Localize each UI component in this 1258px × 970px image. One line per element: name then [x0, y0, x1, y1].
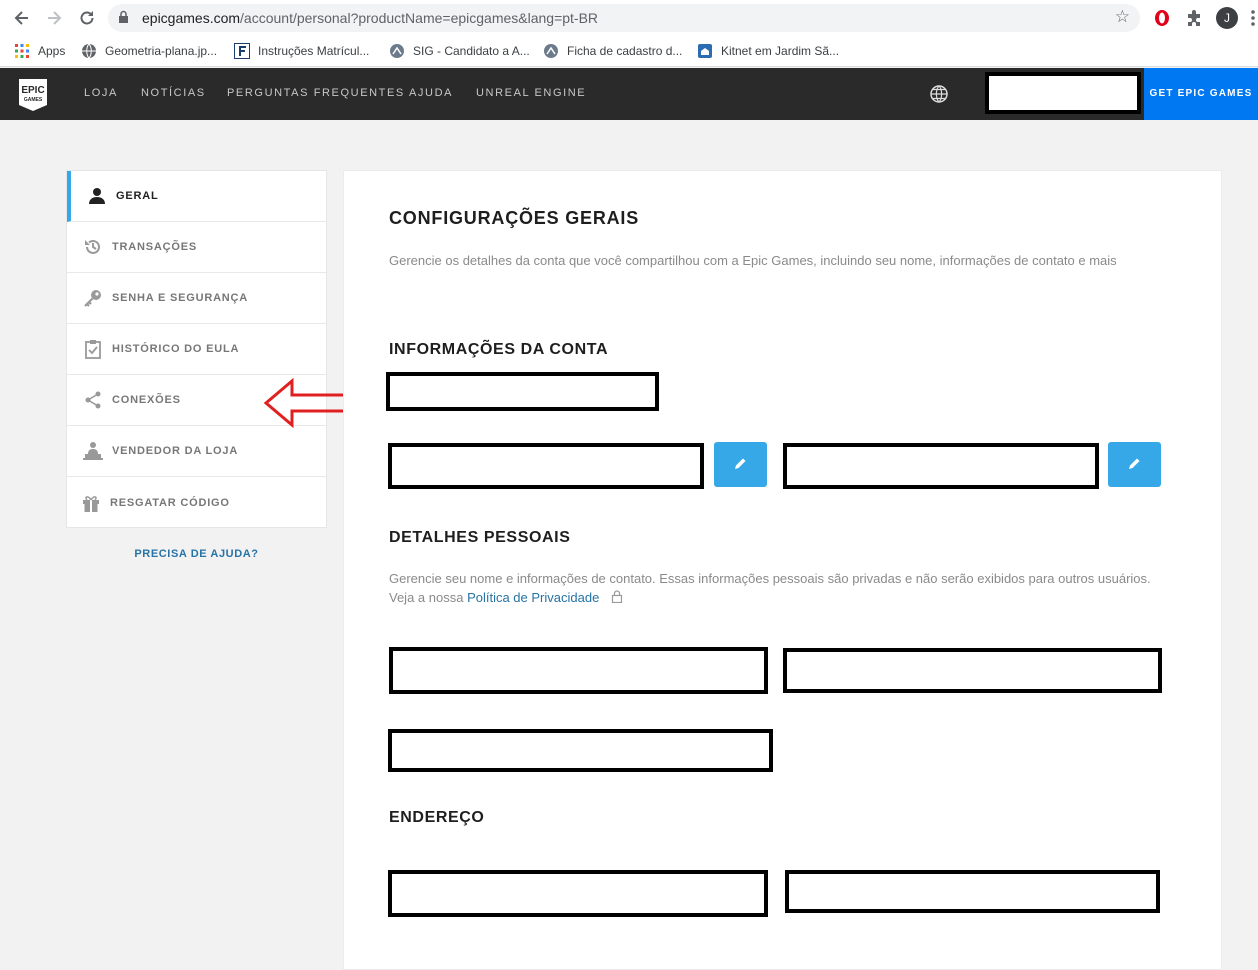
- get-epic-games-button[interactable]: GET EPIC GAMES: [1144, 68, 1258, 120]
- annotation-arrow-icon: [263, 378, 350, 428]
- pencil-icon: [1129, 458, 1140, 469]
- redacted-field-phone[interactable]: [388, 729, 773, 772]
- gift-icon: [83, 495, 99, 512]
- sidebar-item-label: HISTÓRICO DO EULA: [112, 343, 240, 355]
- account-sidebar: GERAL TRANSAÇÕES SENHA E SEGURANÇA HISTÓ…: [66, 170, 327, 528]
- nav-noticias[interactable]: NOTÍCIAS: [141, 87, 206, 99]
- personal-details-heading: DETALHES PESSOAIS: [389, 529, 571, 546]
- sidebar-item-label: CONEXÕES: [112, 394, 181, 406]
- address-heading: ENDEREÇO: [389, 809, 485, 826]
- sidebar-item-geral[interactable]: GERAL: [67, 171, 326, 222]
- globe-favicon-icon: [82, 43, 96, 59]
- redacted-field-display-name[interactable]: [388, 443, 704, 489]
- sidebar-item-eula[interactable]: HISTÓRICO DO EULA: [67, 324, 326, 375]
- lock-icon: [119, 10, 128, 23]
- redacted-field-last-name[interactable]: [783, 648, 1162, 693]
- need-help-link[interactable]: PRECISA DE AJUDA?: [66, 548, 327, 560]
- redacted-username[interactable]: [985, 72, 1141, 114]
- edit-email-button[interactable]: [1108, 442, 1161, 487]
- person-icon: [89, 188, 105, 204]
- nav-perguntas[interactable]: PERGUNTAS FREQUENTES: [227, 87, 405, 99]
- page-subtitle: Gerencie os detalhes da conta que você c…: [389, 253, 1117, 268]
- vendor-icon: [83, 442, 103, 460]
- url-text: epicgames.com/account/personal?productNa…: [142, 10, 599, 26]
- personal-details-desc: Gerencie seu nome e informações de conta…: [389, 571, 1151, 605]
- sidebar-item-label: GERAL: [116, 190, 159, 202]
- redacted-field-first-name[interactable]: [389, 647, 768, 694]
- lock-icon: [611, 590, 623, 604]
- bookmark-ficha[interactable]: Ficha de cadastro d...: [543, 41, 682, 61]
- epic-top-nav: EPIC GAMES LOJA NOTÍCIAS PERGUNTAS FREQU…: [0, 68, 1258, 120]
- extensions-puzzle-icon[interactable]: [1184, 8, 1204, 28]
- bookmark-star-icon[interactable]: ☆: [1115, 7, 1130, 27]
- share-icon: [85, 391, 101, 409]
- bookmarks-bar: Apps Geometria-plana.jp... Instruções Ma…: [0, 36, 1258, 67]
- bookmark-sig[interactable]: SIG - Candidato a A...: [389, 41, 530, 61]
- page-title: CONFIGURAÇÕES GERAIS: [389, 208, 640, 228]
- svg-text:EPIC: EPIC: [21, 85, 44, 96]
- sidebar-item-senha[interactable]: SENHA E SEGURANÇA: [67, 273, 326, 324]
- reload-icon[interactable]: [77, 8, 97, 28]
- redacted-field-address-1[interactable]: [388, 870, 768, 917]
- privacy-policy-link[interactable]: Política de Privacidade: [467, 590, 599, 605]
- bookmark-apps[interactable]: Apps: [14, 41, 65, 61]
- epic-games-logo[interactable]: EPIC GAMES: [18, 78, 48, 112]
- edit-display-name-button[interactable]: [714, 442, 767, 487]
- pencil-icon: [735, 458, 746, 469]
- apps-grid-icon: [15, 44, 29, 58]
- sidebar-item-label: VENDEDOR DA LOJA: [112, 445, 239, 457]
- sidebar-item-label: RESGATAR CÓDIGO: [110, 496, 230, 509]
- sidebar-item-label: SENHA E SEGURANÇA: [112, 292, 249, 304]
- svg-text:GAMES: GAMES: [24, 97, 43, 103]
- sig-favicon-icon: [544, 44, 558, 58]
- redacted-field-email[interactable]: [783, 443, 1099, 489]
- profile-avatar[interactable]: J: [1216, 7, 1238, 29]
- account-info-heading: INFORMAÇÕES DA CONTA: [389, 341, 609, 358]
- redacted-field-address-2[interactable]: [785, 870, 1160, 913]
- sidebar-item-transacoes[interactable]: TRANSAÇÕES: [67, 222, 326, 273]
- nav-ajuda[interactable]: AJUDA: [409, 87, 453, 99]
- history-icon: [85, 239, 100, 254]
- forward-arrow-icon[interactable]: [44, 8, 64, 28]
- back-arrow-icon[interactable]: [12, 8, 32, 28]
- key-icon: [84, 290, 101, 307]
- sig-favicon-icon: [390, 44, 404, 58]
- browser-toolbar: epicgames.com/account/personal?productNa…: [0, 0, 1258, 36]
- bookmark-instrucoes[interactable]: Instruções Matrícul...: [234, 41, 369, 61]
- sidebar-item-resgatar[interactable]: RESGATAR CÓDIGO: [67, 477, 326, 528]
- sidebar-item-label: TRANSAÇÕES: [112, 241, 198, 253]
- bookmark-kitnet[interactable]: Kitnet em Jardim Sã...: [697, 41, 839, 61]
- opera-extension-icon[interactable]: [1152, 8, 1172, 28]
- bookmark-geometria[interactable]: Geometria-plana.jp...: [81, 41, 217, 61]
- nav-unreal-engine[interactable]: UNREAL ENGINE: [476, 87, 586, 99]
- address-bar[interactable]: epicgames.com/account/personal?productNa…: [108, 4, 1140, 32]
- nav-loja[interactable]: LOJA: [84, 87, 118, 99]
- redacted-display-name: [386, 372, 659, 411]
- sidebar-item-vendedor[interactable]: VENDEDOR DA LOJA: [67, 426, 326, 477]
- browser-menu-icon[interactable]: [1248, 8, 1258, 28]
- globe-icon[interactable]: [929, 84, 949, 104]
- f-favicon-icon: [234, 43, 250, 59]
- clipboard-check-icon: [85, 340, 101, 359]
- home-favicon-icon: [698, 44, 712, 58]
